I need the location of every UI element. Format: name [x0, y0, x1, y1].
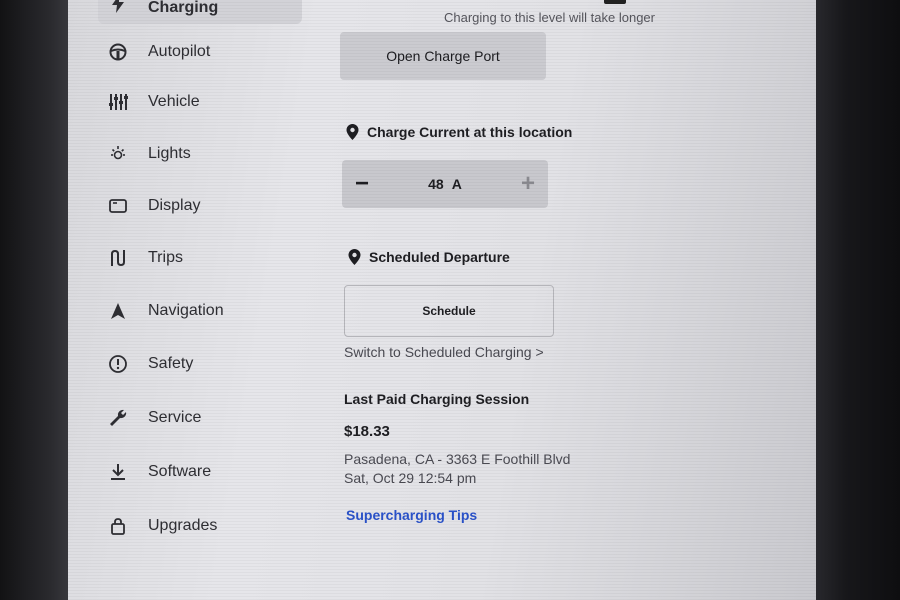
sidebar-item-label: Upgrades — [148, 517, 218, 534]
steering-wheel-icon — [106, 40, 130, 64]
last-session-title: Last Paid Charging Session — [344, 391, 530, 407]
schedule-button[interactable]: Schedule — [344, 285, 554, 337]
sidebar-item-label: Service — [148, 409, 202, 426]
charge-current-label: Charge Current at this location — [367, 124, 573, 140]
sidebar-item-label: Display — [148, 197, 201, 214]
sidebar-item-label: Software — [148, 463, 212, 480]
display-bezel-right — [810, 0, 900, 600]
trips-icon — [106, 246, 130, 270]
scheduled-departure-heading: Scheduled Departure — [348, 249, 510, 265]
last-session-price: $18.33 — [344, 423, 390, 440]
sidebar-item-lights[interactable]: Lights — [98, 134, 328, 174]
charge-limit-slider-handle[interactable] — [604, 0, 626, 4]
charging-panel: Charging to this level will take longer … — [328, 0, 816, 600]
charge-current-value: 48 A — [428, 176, 462, 192]
sliders-icon — [106, 90, 130, 114]
switch-to-scheduled-charging-link[interactable]: Switch to Scheduled Charging > — [344, 344, 544, 360]
download-icon — [106, 460, 130, 484]
increase-current-button[interactable]: + — [508, 172, 548, 196]
wrench-icon — [106, 406, 130, 430]
decrease-current-button[interactable]: − — [342, 172, 382, 196]
last-session-location: Pasadena, CA - 3363 E Foothill Blvd — [344, 451, 571, 467]
sidebar-item-upgrades[interactable]: Upgrades — [98, 506, 328, 546]
touchscreen: Charging Autopilot Vehicle Lights Displa — [68, 0, 816, 600]
charge-limit-hint: Charging to this level will take longer — [444, 10, 655, 25]
scheduled-departure-label: Scheduled Departure — [369, 249, 510, 265]
navigation-arrow-icon — [106, 299, 130, 323]
bolt-icon — [106, 0, 130, 16]
sidebar-item-label: Vehicle — [148, 93, 200, 110]
sidebar-item-service[interactable]: Service — [98, 398, 328, 438]
sidebar-item-vehicle[interactable]: Vehicle — [98, 82, 328, 122]
sidebar-item-label: Navigation — [148, 302, 224, 319]
sidebar-item-navigation[interactable]: Navigation — [98, 291, 328, 331]
sidebar-item-display[interactable]: Display — [98, 186, 328, 226]
sidebar-item-software[interactable]: Software — [98, 452, 328, 492]
open-charge-port-button[interactable]: Open Charge Port — [340, 32, 546, 80]
current-amount: 48 — [428, 176, 444, 192]
sidebar-item-label: Trips — [148, 249, 183, 266]
display-bezel-left — [0, 0, 72, 600]
current-unit: A — [451, 176, 462, 192]
supercharging-tips-link[interactable]: Supercharging Tips — [346, 507, 477, 523]
sidebar-item-label: Charging — [148, 0, 219, 16]
sidebar-item-label: Safety — [148, 355, 194, 372]
sun-icon — [106, 142, 130, 166]
sidebar-item-safety[interactable]: Safety — [98, 344, 328, 384]
bag-icon — [106, 514, 130, 538]
location-pin-icon — [348, 249, 361, 265]
display-icon — [106, 194, 130, 218]
sidebar-item-trips[interactable]: Trips — [98, 238, 328, 278]
sidebar-item-charging[interactable]: Charging — [98, 0, 302, 24]
charge-current-stepper: − 48 A + — [342, 160, 548, 208]
sidebar-item-label: Autopilot — [148, 43, 211, 60]
location-pin-icon — [346, 124, 359, 140]
charge-current-heading: Charge Current at this location — [346, 124, 572, 140]
settings-sidebar: Charging Autopilot Vehicle Lights Displa — [68, 0, 328, 600]
last-session-date: Sat, Oct 29 12:54 pm — [344, 470, 477, 486]
alert-circle-icon — [106, 352, 130, 376]
sidebar-item-label: Lights — [148, 145, 191, 162]
sidebar-item-autopilot[interactable]: Autopilot — [98, 32, 328, 72]
